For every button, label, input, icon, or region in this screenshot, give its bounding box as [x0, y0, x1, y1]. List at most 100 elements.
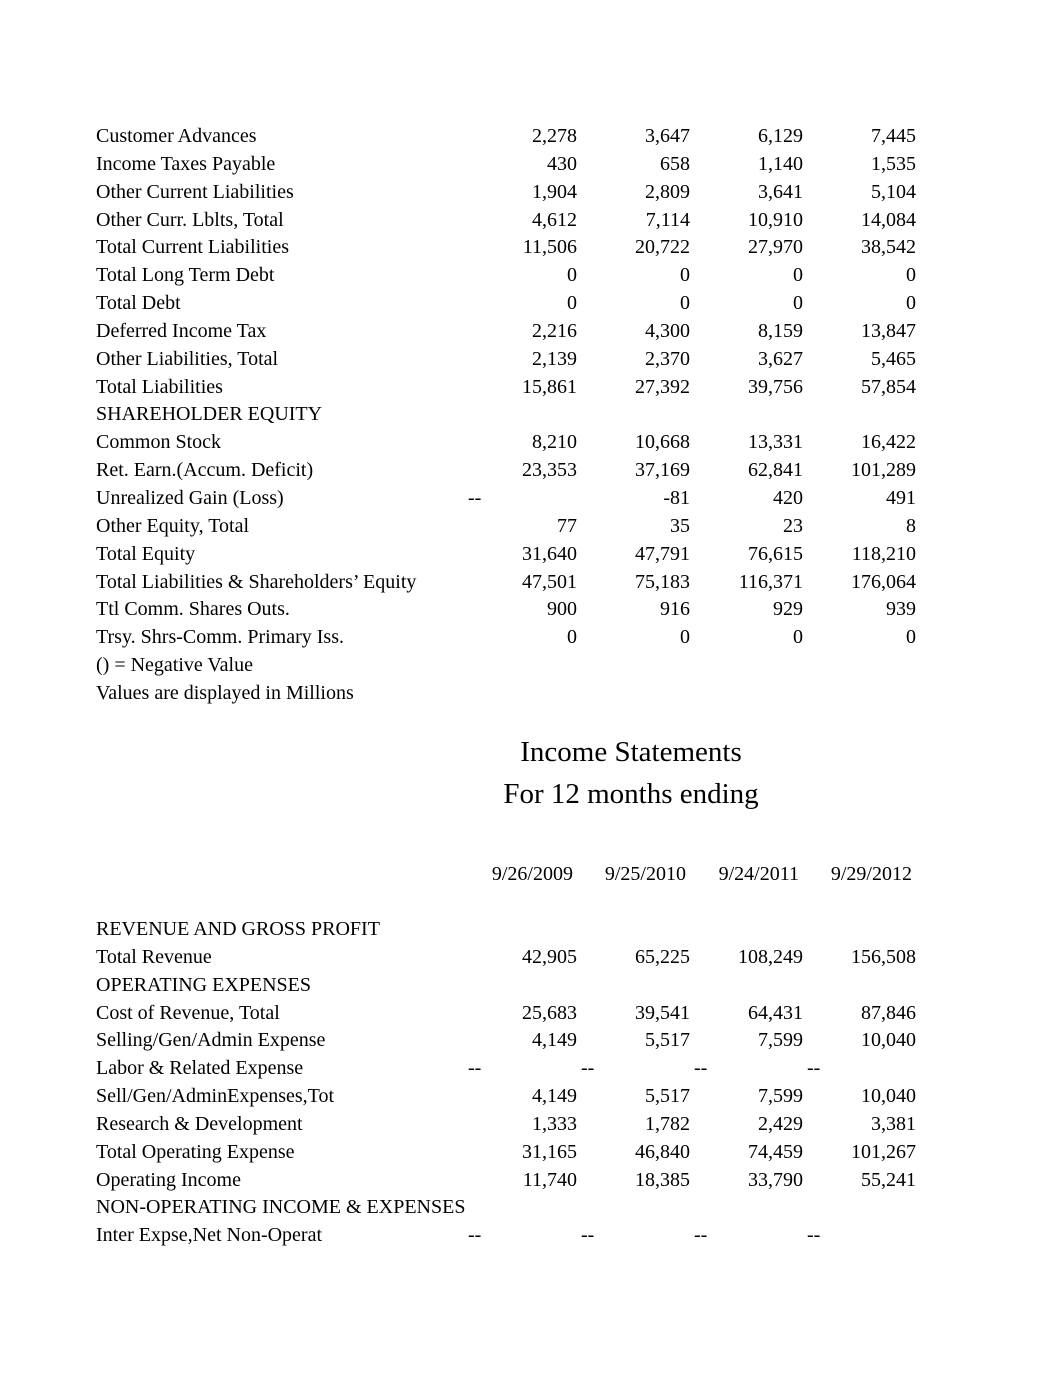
row-value: 0 [906, 626, 916, 649]
table-row: Total Liabilities & Shareholders’ Equity… [96, 569, 926, 597]
row-value: 10,910 [748, 208, 803, 231]
row-label: Total Operating Expense [96, 1140, 295, 1163]
table-row: Operating Income 11,740 18,385 33,790 55,241 [96, 1167, 926, 1195]
row-label: Total Revenue [96, 945, 212, 968]
table-row: Customer Advances 2,278 3,647 6,129 7,445 [96, 123, 926, 151]
row-label: Sell/Gen/AdminExpenses,Tot [96, 1085, 335, 1108]
table-row: Total Debt 0 0 0 0 [96, 290, 926, 318]
row-value: 3,381 [871, 1112, 916, 1135]
row-value: 23 [783, 514, 803, 537]
row-value: 0 [567, 292, 577, 315]
row-value: 42,905 [522, 945, 577, 968]
table-row: Research & Development 1,333 1,782 2,429 3,3… [96, 1111, 926, 1139]
row-label: Other Curr. Lblts, Total [96, 208, 284, 231]
row-value: -- [581, 1224, 595, 1247]
row-value: 31,165 [522, 1140, 577, 1163]
row-value: 5,517 [645, 1029, 690, 1052]
date-header: 9/29/2012 [830, 863, 912, 885]
row-value: 10,040 [861, 1029, 916, 1052]
table-row: Total Equity 31,640 47,791 76,615 118,210 [96, 541, 926, 569]
row-value: 1,904 [532, 180, 577, 203]
row-value: 25,683 [522, 1001, 577, 1024]
row-value: 75,183 [635, 570, 690, 593]
row-value: 900 [547, 598, 577, 621]
row-value: 38,542 [861, 236, 916, 259]
row-value: 3,641 [758, 180, 803, 203]
row-value: 7,114 [645, 208, 690, 231]
table-row: NON-OPERATING INCOME & EXPENSES [96, 1194, 926, 1222]
row-label: Research & Development [96, 1112, 303, 1135]
row-value: -- [694, 1057, 708, 1080]
row-label: REVENUE AND GROSS PROFIT [96, 918, 380, 940]
row-value: 4,300 [645, 319, 690, 342]
row-value: 62,841 [748, 459, 803, 482]
row-value: 491 [886, 486, 916, 509]
table-row: Income Taxes Payable 430 658 1,140 1,535 [96, 151, 926, 179]
row-value: 39,756 [748, 375, 803, 398]
row-value: 4,149 [532, 1085, 577, 1108]
table-row: Other Curr. Lblts, Total 4,612 7,114 10,910… [96, 207, 926, 235]
row-value: -- [581, 1057, 595, 1080]
row-value: 55,241 [861, 1168, 916, 1191]
row-value: 1,333 [532, 1112, 577, 1135]
table-row: Selling/Gen/Admin Expense 4,149 5,517 7,599… [96, 1027, 926, 1055]
row-value: 27,392 [635, 375, 690, 398]
date-header: 9/25/2010 [604, 863, 686, 885]
table-row: Values are displayed in Millions [96, 680, 926, 708]
income-statement-subtitle: For 12 months ending [503, 778, 759, 810]
row-value: 13,331 [748, 431, 803, 454]
row-value: 1,535 [871, 152, 916, 175]
table-row: Deferred Income Tax 2,216 4,300 8,159 13,847 [96, 318, 926, 346]
row-value: 2,429 [758, 1112, 803, 1135]
row-value: -- [468, 1057, 482, 1080]
row-value: 430 [547, 152, 577, 175]
row-label: Cost of Revenue, Total [96, 1001, 280, 1024]
balance-sheet-table: Customer Advances 2,278 3,647 6,129 7,445 Inc… [96, 123, 926, 708]
row-value: 2,370 [645, 347, 690, 370]
row-value: 8 [906, 514, 916, 537]
row-value: -- [807, 1057, 821, 1080]
row-label: Customer Advances [96, 125, 257, 147]
income-statement-title: Income Statements [520, 736, 742, 768]
row-label: Total Long Term Debt [96, 264, 275, 287]
table-row: Total Current Liabilities 11,506 20,722 27,… [96, 234, 926, 262]
row-value: 13,847 [861, 319, 916, 342]
table-row: Other Current Liabilities 1,904 2,809 3,641… [96, 179, 926, 207]
row-label: Other Equity, Total [96, 514, 250, 537]
row-value: 65,225 [635, 945, 690, 968]
table-row: Common Stock 8,210 10,668 13,331 16,422 [96, 429, 926, 457]
row-value: 0 [793, 626, 803, 649]
row-value: 658 [660, 152, 690, 175]
row-value: 46,840 [635, 1140, 690, 1163]
table-row: Inter Expse,Net Non-Operat -- -- -- -- [96, 1222, 926, 1250]
table-row: Other Equity, Total 77 35 23 8 [96, 513, 926, 541]
table-row: Ret. Earn.(Accum. Deficit) 23,353 37,169 62… [96, 457, 926, 485]
table-row: () = Negative Value [96, 652, 926, 680]
row-value: 7,445 [871, 125, 916, 147]
row-value: 37,169 [635, 459, 690, 482]
row-value: 176,064 [851, 570, 916, 593]
table-row: Sell/Gen/AdminExpenses,Tot 4,149 5,517 7,59… [96, 1083, 926, 1111]
row-label: Ret. Earn.(Accum. Deficit) [96, 459, 314, 482]
date-header: 9/24/2011 [718, 863, 799, 885]
row-value: 2,809 [645, 180, 690, 203]
row-value: 0 [906, 264, 916, 287]
row-label: Selling/Gen/Admin Expense [96, 1029, 326, 1052]
row-value: 77 [557, 514, 577, 537]
table-row: Total Long Term Debt 0 0 0 0 [96, 262, 926, 290]
row-label: NON-OPERATING INCOME & EXPENSES [96, 1196, 466, 1219]
row-value: 23,353 [522, 459, 577, 482]
row-value: 8,159 [758, 319, 803, 342]
row-value: 1,782 [645, 1112, 690, 1135]
row-value: 2,139 [532, 347, 577, 370]
row-label: Total Liabilities & Shareholders’ Equity [96, 570, 417, 593]
row-value: 0 [793, 264, 803, 287]
row-value: 31,640 [522, 542, 577, 565]
row-label: Other Liabilities, Total [96, 347, 279, 370]
row-label: Values are displayed in Millions [96, 681, 354, 704]
row-label: Operating Income [96, 1168, 241, 1191]
row-value: 27,970 [748, 236, 803, 259]
row-label: OPERATING EXPENSES [96, 973, 312, 996]
row-label: Labor & Related Expense [96, 1057, 304, 1080]
row-value: 11,506 [522, 236, 577, 259]
